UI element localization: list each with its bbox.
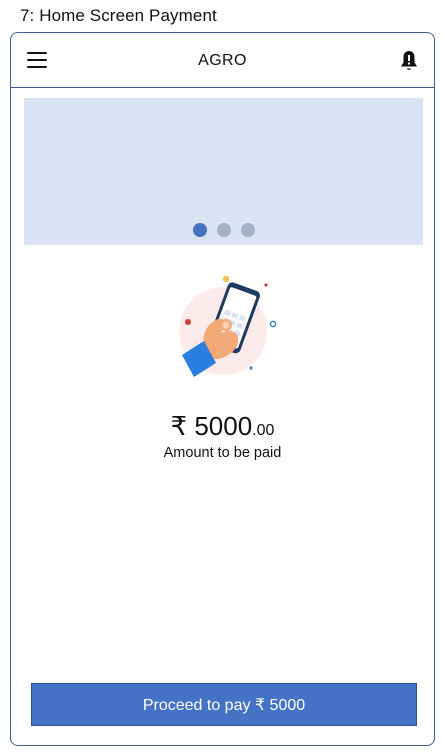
screen-caption: 7: Home Screen Payment xyxy=(20,6,217,25)
promo-banner-carousel[interactable] xyxy=(24,98,423,245)
payment-illustration xyxy=(166,273,281,388)
notification-bell-icon[interactable] xyxy=(398,49,420,73)
app-header: AGRO xyxy=(11,33,434,88)
amount-main: ₹ 5000 xyxy=(170,411,253,441)
carousel-dot-3[interactable] xyxy=(240,223,255,237)
proceed-to-pay-button[interactable]: Proceed to pay ₹ 5000 xyxy=(31,683,417,726)
phone-frame: AGRO ₹ 5000.00 Amount to be paid Proceed… xyxy=(10,32,435,746)
carousel-dot-2[interactable] xyxy=(216,223,231,237)
app-title: AGRO xyxy=(198,52,247,69)
amount-label: Amount to be paid xyxy=(163,445,282,461)
carousel-dot-1[interactable] xyxy=(192,223,207,237)
carousel-indicators xyxy=(24,223,423,237)
amount-decimal: .00 xyxy=(252,422,275,439)
amount-display: ₹ 5000.00 xyxy=(11,411,434,442)
